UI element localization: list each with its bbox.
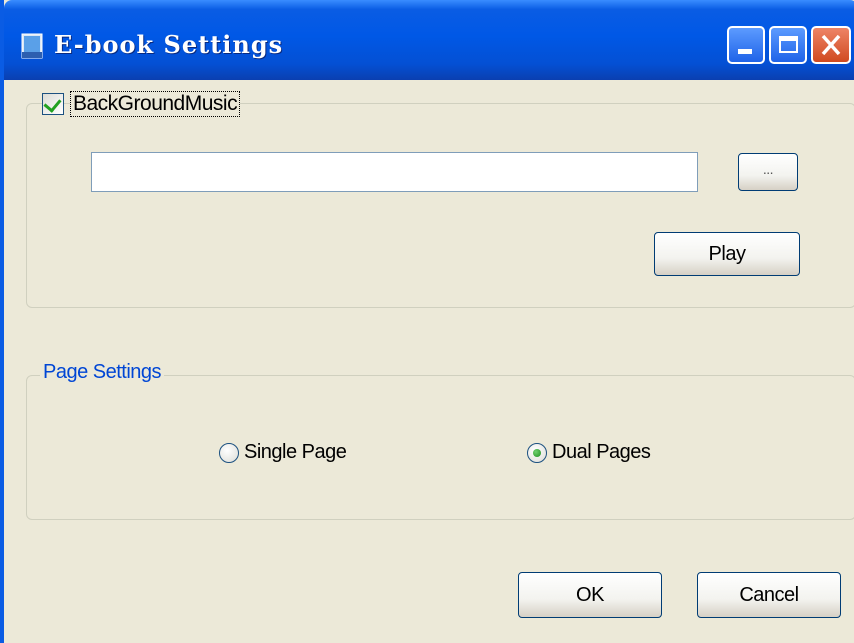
cancel-button[interactable]: Cancel: [697, 572, 841, 618]
maximize-icon: [779, 36, 798, 53]
minimize-button[interactable]: [727, 26, 765, 64]
title-bar[interactable]: E-book Settings: [4, 0, 854, 80]
background-music-label[interactable]: BackGroundMusic: [70, 91, 241, 117]
background-music-group: [26, 103, 854, 308]
music-path-input[interactable]: [91, 152, 698, 192]
single-page-radio[interactable]: [219, 443, 239, 463]
single-page-label[interactable]: Single Page: [244, 441, 347, 464]
background-music-checkbox[interactable]: [42, 93, 64, 115]
radio-selected-dot: [533, 449, 541, 457]
dual-pages-label[interactable]: Dual Pages: [552, 441, 651, 464]
minimize-icon: [738, 49, 752, 54]
close-button[interactable]: [811, 26, 851, 64]
dual-pages-radio[interactable]: [527, 443, 547, 463]
page-settings-legend: Page Settings: [40, 361, 165, 384]
play-button[interactable]: Play: [654, 232, 800, 276]
settings-window: E-book Settings BackGroundMusic ... Play…: [0, 0, 854, 643]
maximize-button[interactable]: [769, 26, 807, 64]
checkmark-icon: [43, 94, 62, 113]
close-icon: [821, 34, 841, 56]
page-settings-group: [26, 375, 854, 520]
ok-button[interactable]: OK: [518, 572, 662, 618]
browse-button[interactable]: ...: [738, 153, 798, 191]
ebook-app-icon: [21, 33, 43, 59]
window-title: E-book Settings: [54, 30, 284, 59]
